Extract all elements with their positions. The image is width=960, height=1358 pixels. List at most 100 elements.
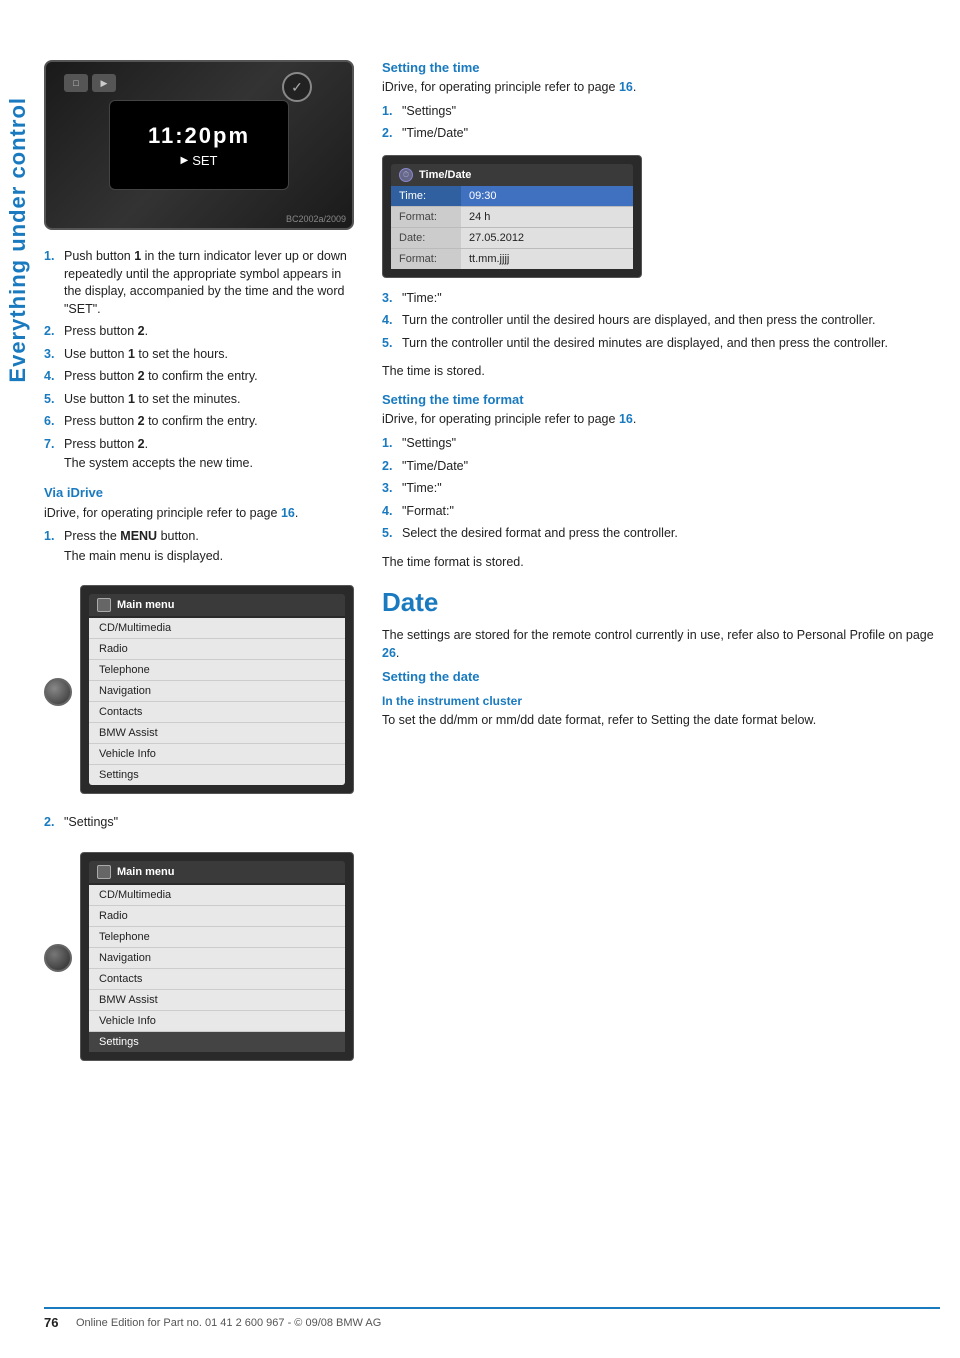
cluster-icon-1: □ [64,74,88,92]
sidebar-label: Everything under control [0,80,36,400]
time-stored-note: The time is stored. [382,364,940,378]
td-rows: Time: 09:30 Format: 24 h Date: 27.05.201… [391,186,633,269]
time-format-steps: 1. "Settings" 2. "Time/Date" 3. "Time:" … [382,435,940,543]
menu2-item-bmw: BMW Assist [89,990,345,1011]
step-item-3: 3. Use button 1 to set the hours. [44,346,354,364]
step-item-5: 5. Use button 1 to set the minutes. [44,391,354,409]
setting-date-heading: Setting the date [382,669,940,684]
menu2-title: Main menu [117,866,174,878]
controller-knob-1 [44,678,72,706]
page-number: 76 [44,1315,68,1330]
left-column: □ ▶ 11:20pm ▶ SET BC2002a/2009 1. Push [44,60,354,1073]
menu2-item-radio: Radio [89,906,345,927]
menu1-title-bar: Main menu [89,594,345,616]
menu2-item-telephone: Telephone [89,927,345,948]
td-label-date: Date: [391,228,461,248]
step-item-1: 1. Push button 1 in the turn indicator l… [44,248,354,318]
controller-knob-2 [44,944,72,972]
menu1-item-settings: Settings [89,765,345,785]
td-row-date: Date: 27.05.2012 [391,228,633,249]
menu2-icon [97,865,111,879]
via-idrive-step-1: 1. Press the MENU button. The main menu … [44,528,354,565]
main-menu-2-container: Main menu CD/Multimedia Radio Telephone … [44,844,354,1073]
via-idrive-step2-list: 2. "Settings" [44,814,354,832]
footer: 76 Online Edition for Part no. 01 41 2 6… [44,1307,940,1330]
date-profile-link[interactable]: 26 [382,646,396,660]
time-format-intro: iDrive, for operating principle refer to… [382,410,940,429]
td-title-bar: ⏱ Time/Date [391,164,633,186]
menu2-item-navigation: Navigation [89,948,345,969]
cluster-icon-2: ▶ [92,74,116,92]
time-date-display: ⏱ Time/Date Time: 09:30 Format: 24 h Dat… [382,155,642,278]
setting-time-intro: iDrive, for operating principle refer to… [382,78,940,97]
step-item-4: 4. Press button 2 to confirm the entry. [44,368,354,386]
date-heading: Date [382,587,940,618]
menu2-item-cd: CD/Multimedia [89,885,345,906]
td-row-format1: Format: 24 h [391,207,633,228]
cluster-icons: □ ▶ [64,74,116,92]
td-value-date: 27.05.2012 [461,228,633,248]
step-item-6: 6. Press button 2 to confirm the entry. [44,413,354,431]
menu2-item-vehicle: Vehicle Info [89,1011,345,1032]
via-idrive-link[interactable]: 16 [281,506,295,520]
menu1-items: CD/Multimedia Radio Telephone Navigation… [89,618,345,785]
setting-time-link[interactable]: 16 [619,80,633,94]
menu2-items: CD/Multimedia Radio Telephone Navigation… [89,885,345,1052]
td-row-format2: Format: tt.mm.jjjj [391,249,633,269]
time-format-stored: The time format is stored. [382,555,940,569]
menu1-icon [97,598,111,612]
footer-text: Online Edition for Part no. 01 41 2 600 … [76,1317,381,1329]
tf-step-3: 3. "Time:" [382,480,940,498]
via-idrive-intro: iDrive, for operating principle refer to… [44,504,354,523]
date-intro: The settings are stored for the remote c… [382,626,940,664]
via-idrive-heading: Via iDrive [44,485,354,500]
menu1-item-navigation: Navigation [89,681,345,702]
step-item-7: 7. Press button 2.The system accepts the… [44,436,354,473]
menu1-item-contacts: Contacts [89,702,345,723]
time-format-link[interactable]: 16 [619,412,633,426]
st-step-2: 2. "Time/Date" [382,125,940,143]
setting-time-heading: Setting the time [382,60,940,75]
cluster-image: □ ▶ 11:20pm ▶ SET BC2002a/2009 [44,60,354,230]
tf-step-4: 4. "Format:" [382,503,940,521]
menu1-item-bmw: BMW Assist [89,723,345,744]
menu2-item-contacts: Contacts [89,969,345,990]
tf-step-2: 2. "Time/Date" [382,458,940,476]
td-row-time: Time: 09:30 [391,186,633,207]
intro-steps-list: 1. Push button 1 in the turn indicator l… [44,248,354,473]
via-idrive-step-2: 2. "Settings" [44,814,354,832]
cluster-time-display: 11:20pm [148,123,250,149]
time-format-heading: Setting the time format [382,392,940,407]
td-title-text: Time/Date [419,169,471,181]
right-column: Setting the time iDrive, for operating p… [382,60,940,1073]
main-menu-1: Main menu CD/Multimedia Radio Telephone … [80,585,354,794]
td-value-time: 09:30 [461,186,633,206]
td-label-format1: Format: [391,207,461,227]
image-caption: BC2002a/2009 [286,214,346,224]
tf-step-5: 5. Select the desired format and press t… [382,525,940,543]
main-menu-1-container: Main menu CD/Multimedia Radio Telephone … [44,577,354,806]
instrument-cluster-subheading: In the instrument cluster [382,694,940,708]
via-idrive-steps: 1. Press the MENU button. The main menu … [44,528,354,565]
td-value-format1: 24 h [461,207,633,227]
step-item-2: 2. Press button 2. [44,323,354,341]
cluster-arrow-icon: ▶ [181,155,189,166]
setting-time-steps2: 3. "Time:" 4. Turn the controller until … [382,290,940,353]
main-menu-2: Main menu CD/Multimedia Radio Telephone … [80,852,354,1061]
st2-step-3: 3. "Time:" [382,290,940,308]
setting-time-steps1: 1. "Settings" 2. "Time/Date" [382,103,940,143]
cluster-display: 11:20pm ▶ SET [109,100,289,190]
st-step-1: 1. "Settings" [382,103,940,121]
menu2-item-settings: Settings [89,1032,345,1052]
st2-step-4: 4. Turn the controller until the desired… [382,312,940,330]
menu1-item-cd: CD/Multimedia [89,618,345,639]
menu1-item-vehicle: Vehicle Info [89,744,345,765]
menu1-item-radio: Radio [89,639,345,660]
instrument-cluster-text: To set the dd/mm or mm/dd date format, r… [382,711,940,730]
st2-step-5: 5. Turn the controller until the desired… [382,335,940,353]
tf-step-1: 1. "Settings" [382,435,940,453]
menu1-title: Main menu [117,599,174,611]
td-label-format2: Format: [391,249,461,269]
td-value-format2: tt.mm.jjjj [461,249,633,269]
td-label-time: Time: [391,186,461,206]
